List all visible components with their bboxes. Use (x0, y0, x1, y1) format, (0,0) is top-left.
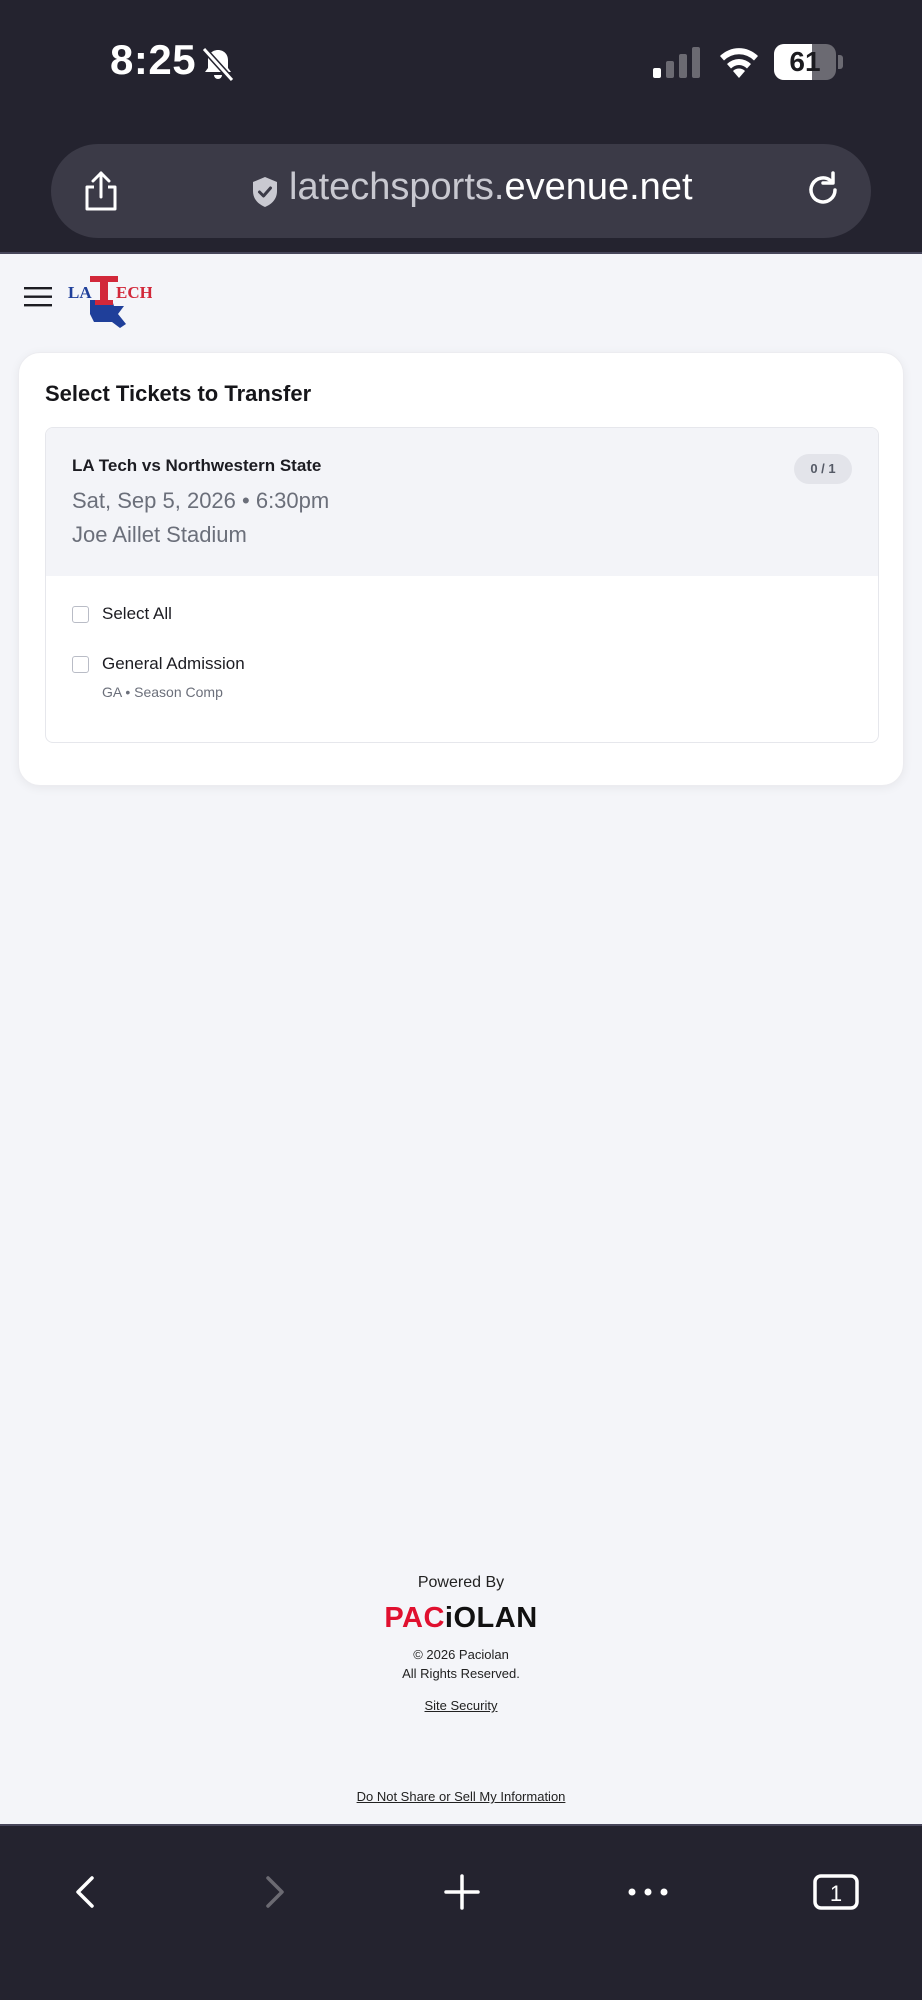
wifi-icon (720, 48, 758, 78)
cellular-signal-icon (653, 47, 700, 78)
browser-top-chrome: 8:25 61 latechsports.evenue.net (0, 0, 922, 254)
battery-icon: 61 (774, 44, 843, 80)
menu-icon[interactable] (24, 286, 52, 308)
forward-icon (266, 1876, 284, 1908)
url-subdomain: latechsports. (289, 166, 505, 208)
url-domain: evenue.net (504, 166, 693, 208)
latech-logo[interactable]: LA ECH (68, 270, 152, 330)
event-name: LA Tech vs Northwestern State (72, 456, 322, 475)
select-all-checkbox[interactable] (72, 606, 89, 623)
logo-text-left: LA (68, 283, 92, 302)
logo-text-right: ECH (116, 283, 152, 302)
paciolan-logo-part1: PAC (384, 1602, 445, 1634)
event-date: Sat, Sep 5, 2026 • 6:30pm (72, 488, 330, 513)
select-all-label: Select All (102, 604, 172, 623)
copyright-line1: © 2026 Paciolan (413, 1647, 509, 1662)
new-tab-button[interactable] (432, 1862, 492, 1922)
event-venue: Joe Aillet Stadium (72, 522, 247, 547)
tabs-icon: 1 (813, 1874, 859, 1910)
forward-button[interactable] (244, 1862, 304, 1922)
reload-icon[interactable] (803, 170, 843, 210)
page-title: Select Tickets to Transfer (45, 381, 312, 406)
site-security-link[interactable]: Site Security (425, 1698, 498, 1713)
selected-count-badge: 0 / 1 (794, 454, 852, 484)
status-time: 8:25 (110, 36, 197, 83)
ticket-sub-label: GA • Season Comp (102, 684, 223, 700)
tab-count: 1 (830, 1881, 842, 1906)
copyright: © 2026 Paciolan All Rights Reserved. (0, 1645, 922, 1683)
paciolan-logo[interactable]: PACiOLAN (0, 1602, 922, 1635)
select-all-row[interactable]: Select All (72, 604, 172, 624)
tabs-button[interactable]: 1 (806, 1862, 866, 1922)
back-icon (76, 1876, 94, 1908)
footer: Powered By PACiOLAN © 2026 Paciolan All … (0, 1574, 922, 1715)
more-button[interactable] (618, 1862, 678, 1922)
copyright-line2: All Rights Reserved. (402, 1666, 520, 1681)
powered-by-text: Powered By (417, 1574, 505, 1591)
address-bar[interactable]: latechsports.evenue.net (51, 144, 871, 238)
battery-level: 61 (789, 46, 821, 77)
shield-icon (253, 177, 277, 207)
ticket-row[interactable]: General Admission (72, 654, 245, 674)
browser-toolbar: 1 (0, 1824, 922, 2000)
more-icon (628, 1888, 668, 1896)
url-text[interactable]: latechsports.evenue.net (289, 166, 693, 209)
event-box: LA Tech vs Northwestern State Sat, Sep 5… (45, 427, 879, 743)
back-button[interactable] (56, 1862, 116, 1922)
share-icon[interactable] (81, 169, 121, 213)
ticket-checkbox[interactable] (72, 656, 89, 673)
transfer-card: Select Tickets to Transfer LA Tech vs No… (18, 352, 904, 786)
paciolan-logo-part2: iOLAN (444, 1602, 538, 1634)
ticket-label: General Admission (102, 654, 245, 673)
do-not-share-link[interactable]: Do Not Share or Sell My Information (357, 1789, 566, 1804)
bell-slash-icon (201, 46, 235, 83)
site-header: LA ECH (0, 256, 922, 338)
event-header: LA Tech vs Northwestern State Sat, Sep 5… (46, 428, 878, 576)
new-tab-icon (444, 1874, 480, 1910)
